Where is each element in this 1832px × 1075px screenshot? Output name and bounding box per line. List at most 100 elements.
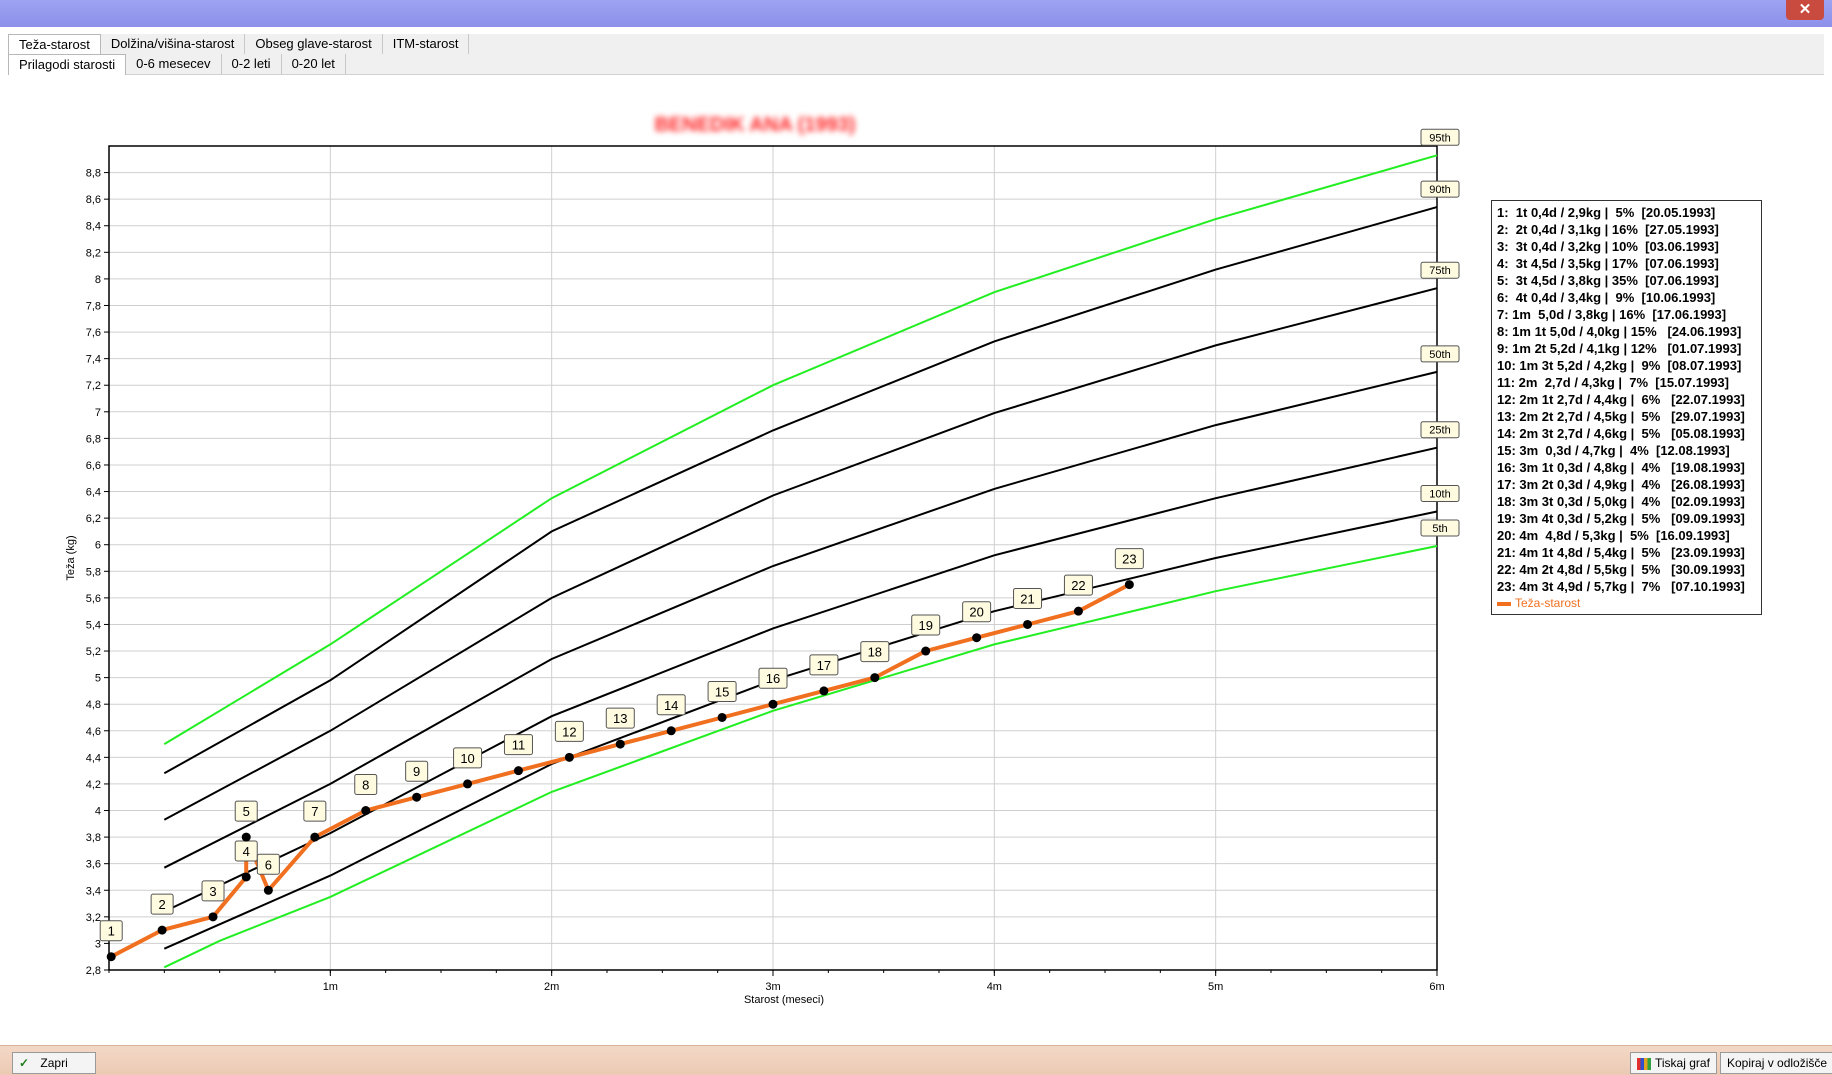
y-axis-label: Teža (kg) [65, 535, 77, 580]
legend-entry: 18: 3m 3t 0,3d / 5,0kg | 4% [02.09.1993] [1497, 494, 1745, 509]
x-tick-label: 2m [544, 981, 559, 993]
series-layer: 1234567891011121314151617181920212223 [99, 548, 1144, 962]
y-tick-label: 3,8 [86, 832, 101, 844]
percentile-curve-90th [163, 206, 1438, 775]
y-tick-label: 3,4 [86, 885, 101, 897]
legend-entry: 1: 1t 0,4d / 2,9kg | 5% [20.05.1993] [1497, 205, 1716, 220]
data-point [1023, 619, 1033, 629]
data-point [819, 686, 829, 696]
data-point-label: 21 [1020, 591, 1034, 606]
data-point-label: 14 [664, 698, 678, 713]
y-tick-label: 4 [95, 806, 101, 818]
data-point [208, 912, 218, 922]
y-tick-label: 7,4 [86, 354, 101, 366]
data-point [310, 832, 320, 842]
y-tick-label: 2,8 [86, 965, 101, 977]
percentile-curve-10th [163, 510, 1438, 950]
percentile-label: 5th [1432, 523, 1447, 535]
legend-entry: 15: 3m 0,3d / 4,7kg | 4% [12.08.1993] [1497, 443, 1730, 458]
data-point-label: 15 [715, 684, 729, 699]
y-tick-label: 5,4 [86, 619, 101, 631]
y-tick-label: 8,6 [86, 194, 101, 206]
legend-entry: 20: 4m 4,8d / 5,3kg | 5% [16.09.1993] [1497, 528, 1730, 543]
y-tick-label: 7,8 [86, 300, 101, 312]
y-tick-label: 7,6 [86, 327, 101, 339]
data-point-label: 5 [243, 804, 250, 819]
data-point-label: 22 [1071, 578, 1085, 593]
legend-entry: 21: 4m 1t 4,8d / 5,4kg | 5% [23.09.1993] [1497, 545, 1745, 560]
data-point-label: 9 [413, 764, 420, 779]
copy-clipboard-button[interactable]: Kopiraj v odložišče [1720, 1052, 1832, 1074]
data-point-label: 1 [108, 924, 115, 939]
y-tick-label: 7 [95, 407, 101, 419]
percentile-label: 95th [1429, 132, 1450, 144]
data-point-label: 6 [265, 857, 272, 872]
data-point [972, 633, 982, 643]
data-point-label: 16 [766, 671, 780, 686]
legend-entry: 22: 4m 2t 4,8d / 5,5kg | 5% [30.09.1993] [1497, 562, 1745, 577]
data-point [717, 712, 727, 722]
data-point-label: 8 [362, 778, 369, 793]
data-point-label: 19 [918, 618, 932, 633]
data-point [870, 673, 880, 683]
chart-title: BENEDIK ANA (1993) [655, 114, 856, 136]
legend-entry: 12: 2m 1t 2,7d / 4,4kg | 6% [22.07.1993] [1497, 392, 1745, 407]
y-tick-label: 5,6 [86, 593, 101, 605]
data-point [1073, 606, 1083, 616]
legend-entry: 14: 2m 3t 2,7d / 4,6kg | 5% [05.08.1993] [1497, 426, 1745, 441]
percentile-curve-5th [163, 545, 1438, 969]
close-button[interactable]: ✓ Zapri [12, 1052, 96, 1074]
data-point [412, 792, 422, 802]
print-chart-label: Tiskaj graf [1655, 1056, 1710, 1070]
legend-series-name: Teža-starost [1515, 596, 1581, 610]
data-point [666, 726, 676, 736]
data-point-label: 20 [969, 605, 983, 620]
x-tick-label: 6m [1429, 981, 1444, 993]
y-tick-label: 5,8 [86, 566, 101, 578]
y-tick-label: 6,6 [86, 460, 101, 472]
percentile-label: 90th [1429, 184, 1450, 196]
y-tick-label: 3,6 [86, 859, 101, 871]
data-point [106, 952, 116, 962]
legend-entry: 16: 3m 1t 0,3d / 4,8kg | 4% [19.08.1993] [1497, 460, 1745, 475]
legend-entry: 6: 4t 0,4d / 3,4kg | 9% [10.06.1993] [1497, 290, 1716, 305]
percentile-label: 25th [1429, 425, 1450, 437]
data-point-label: 12 [562, 724, 576, 739]
print-chart-button[interactable]: Tiskaj graf [1630, 1052, 1717, 1074]
y-tick-label: 5 [95, 673, 101, 685]
y-tick-label: 8,8 [86, 168, 101, 180]
data-point [1124, 580, 1134, 590]
data-point [263, 885, 273, 895]
data-point-label: 11 [512, 738, 526, 753]
data-point-label: 7 [311, 804, 318, 819]
legend-entry: 11: 2m 2,7d / 4,3kg | 7% [15.07.1993] [1497, 375, 1729, 390]
data-point-label: 13 [613, 711, 627, 726]
chart-legend: Teža-starost 1: 1t 0,4d / 2,9kg | 5% [20… [1491, 200, 1762, 615]
legend-entry: 2: 2t 0,4d / 3,1kg | 16% [27.05.1993] [1497, 222, 1719, 237]
percentile-curve-95th [163, 154, 1438, 745]
legend-series-entry: Teža-starost [1497, 596, 1580, 610]
close-button-label: Zapri [40, 1056, 68, 1070]
legend-entry: 4: 3t 4,5d / 3,5kg | 17% [07.06.1993] [1497, 256, 1719, 271]
checkmark-icon: ✓ [19, 1056, 30, 1070]
y-tick-label: 5,2 [86, 646, 101, 658]
percentile-label: 50th [1429, 349, 1450, 361]
legend-entry: 19: 3m 4t 0,3d / 5,2kg | 5% [09.09.1993] [1497, 511, 1745, 526]
data-point [768, 699, 778, 709]
y-tick-label: 8,4 [86, 221, 101, 233]
x-tick-label: 1m [323, 981, 338, 993]
data-point [157, 925, 167, 935]
percentile-label: 10th [1429, 488, 1450, 500]
y-tick-label: 6,8 [86, 433, 101, 445]
y-tick-label: 8,2 [86, 247, 101, 259]
y-tick-label: 3,2 [86, 912, 101, 924]
y-tick-label: 4,4 [86, 752, 101, 764]
data-point [241, 872, 251, 882]
y-tick-label: 6 [95, 540, 101, 552]
x-axis-label: Starost (meseci) [744, 994, 824, 1006]
data-point [513, 766, 523, 776]
data-point-label: 4 [243, 844, 250, 859]
legend-entry: 5: 3t 4,5d / 3,8kg | 35% [07.06.1993] [1497, 273, 1719, 288]
legend-series-swatch [1497, 601, 1511, 606]
bottom-bar: ✓ Zapri Tiskaj graf Kopiraj v odložišče [0, 1045, 1832, 1075]
